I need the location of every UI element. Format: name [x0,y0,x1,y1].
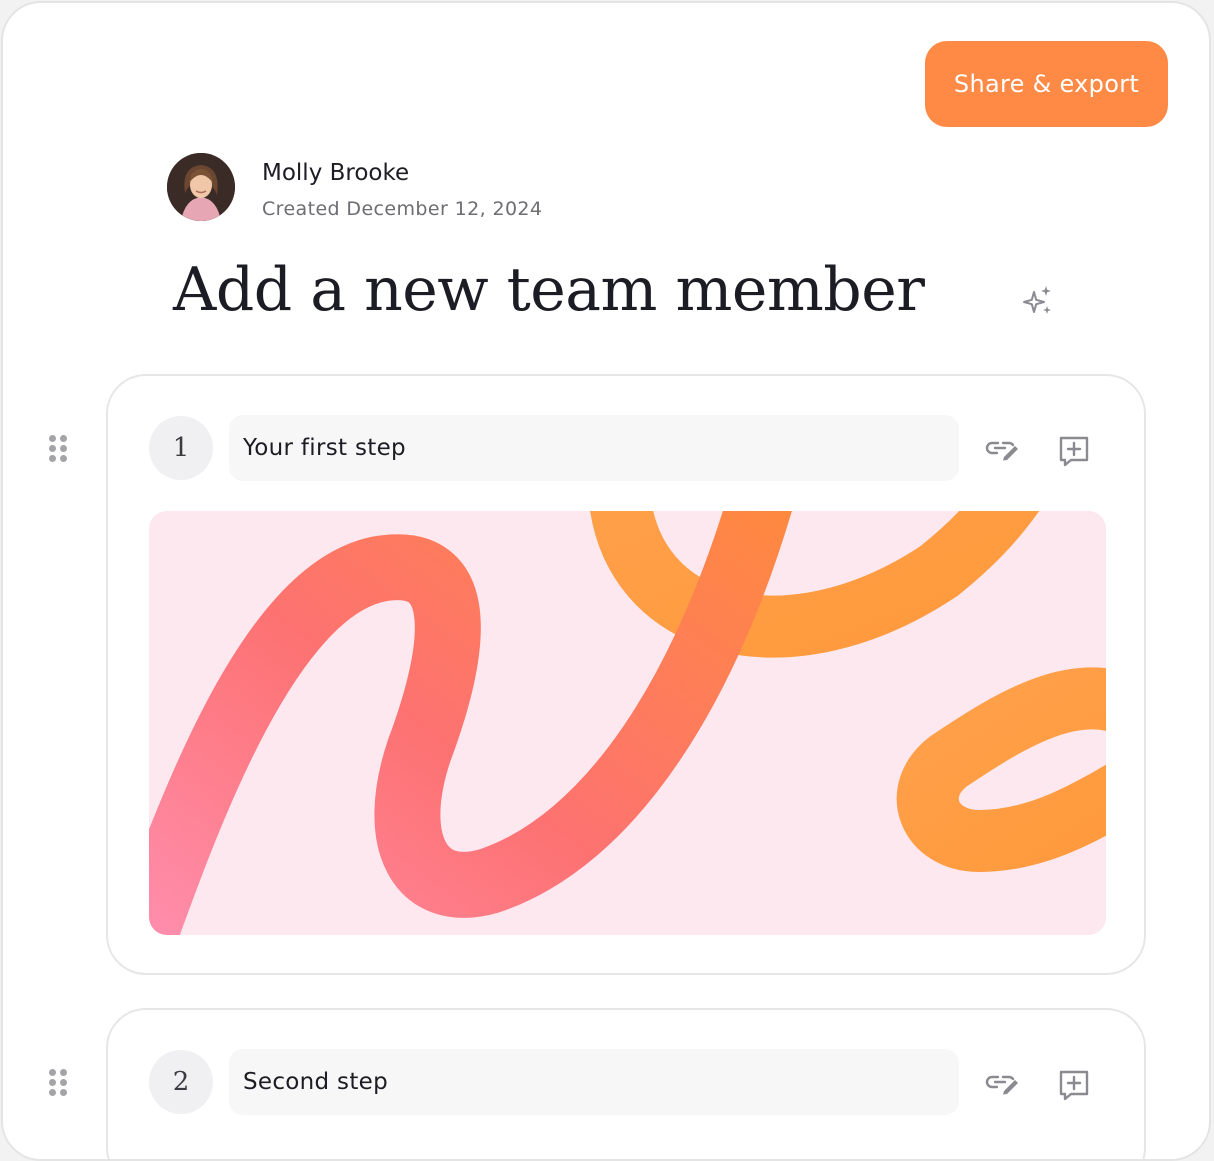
step-number: 2 [149,1050,213,1114]
drag-handle-icon[interactable] [49,1069,69,1099]
add-box-icon[interactable] [1054,431,1094,471]
link-edit-icon[interactable] [982,428,1022,468]
page-title[interactable]: Add a new team member [173,255,925,325]
step-title-input[interactable] [229,415,959,481]
step-title-input[interactable] [229,1049,959,1115]
step-card-1: 1 [106,374,1146,975]
avatar-photo [167,153,235,221]
link-edit-icon[interactable] [982,1062,1022,1102]
step-image[interactable] [149,511,1106,935]
share-export-button[interactable]: Share & export [925,41,1168,127]
avatar[interactable] [167,153,235,221]
created-date: Created December 12, 2024 [262,198,543,220]
step-number: 1 [149,416,213,480]
add-box-icon[interactable] [1054,1065,1094,1105]
drag-handle-icon[interactable] [49,435,69,465]
sparkle-icon[interactable] [1021,284,1055,318]
step-card-2: 2 [106,1008,1146,1159]
author-name: Molly Brooke [262,160,410,186]
editor-window: Share & export Molly Brooke Created Dece… [1,1,1211,1161]
